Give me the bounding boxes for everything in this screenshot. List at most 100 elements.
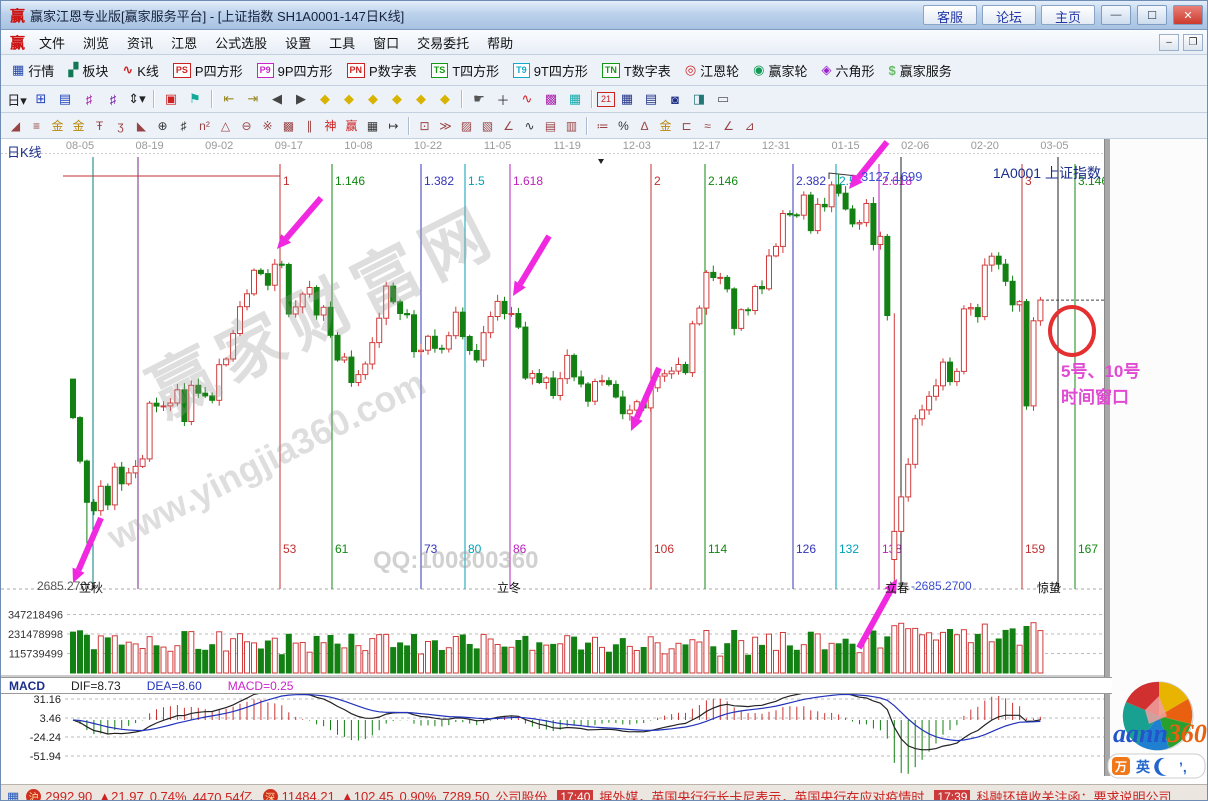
p-square-button[interactable]: PSP四方形	[166, 58, 250, 82]
input-method-bar[interactable]: 万 英 ’,	[1108, 754, 1205, 778]
wave-icon[interactable]: ∿	[519, 116, 540, 135]
gold-ratio-icon[interactable]: 金	[655, 116, 676, 135]
close-button[interactable]: ✕	[1173, 5, 1203, 25]
shrink-v-icon[interactable]: ◆	[433, 89, 457, 109]
expand-v-icon[interactable]: ◆	[409, 89, 433, 109]
trendline-tool-icon[interactable]: ∿	[515, 89, 539, 109]
gann-wheel-button[interactable]: ◎江恩轮	[678, 58, 746, 82]
info-list-icon[interactable]: ▤	[53, 89, 77, 109]
web-icon[interactable]: ▩	[278, 116, 299, 135]
kline-large-icon[interactable]: ♯	[101, 89, 125, 109]
t9-square-button[interactable]: T99T四方形	[506, 58, 595, 82]
arc-icon[interactable]: ⊿	[739, 116, 760, 135]
gold-box-icon[interactable]: 金	[47, 116, 68, 135]
crosshair-tool-icon[interactable]: ＋	[491, 89, 515, 109]
fan-circle-icon[interactable]: ⊖	[236, 116, 257, 135]
parallel-icon[interactable]: ∥	[299, 116, 320, 135]
percent-icon[interactable]: %	[613, 116, 634, 135]
menu-item-1[interactable]: 浏览	[74, 33, 118, 52]
hexagon-button[interactable]: ◈六角形	[815, 58, 882, 82]
kline-small-icon[interactable]: ♯	[77, 89, 101, 109]
status-grid-icon[interactable]: ▦	[7, 789, 19, 801]
star-icon[interactable]: ※	[257, 116, 278, 135]
p-number-button[interactable]: PNP数字表	[340, 58, 424, 82]
grid3-icon[interactable]: ▥	[561, 116, 582, 135]
calculator-icon[interactable]: ▦	[615, 89, 639, 109]
export-image-icon[interactable]: ◨	[687, 89, 711, 109]
menu-item-8[interactable]: 交易委托	[408, 33, 478, 52]
menu-item-4[interactable]: 公式选股	[206, 33, 276, 52]
ticker-text-4: 科融环境收关注函：要求说明公司	[976, 787, 1171, 801]
menu-item-7[interactable]: 窗口	[364, 33, 408, 52]
box-tool-icon[interactable]: ⊡	[414, 116, 435, 135]
gann-box-icon[interactable]: ▣	[159, 89, 183, 109]
gann-circle-icon[interactable]: ⊕	[152, 116, 173, 135]
first-bar-icon[interactable]: ⇤	[217, 89, 241, 109]
rays-icon[interactable]: ≫	[435, 116, 456, 135]
maximize-button[interactable]: ☐	[1137, 5, 1167, 25]
next-bar-icon[interactable]: ▶	[289, 89, 313, 109]
t-number-button[interactable]: TNT数字表	[595, 58, 678, 82]
gann-grid-icon[interactable]: ≡	[26, 116, 47, 135]
save-icon[interactable]: ◙	[663, 89, 687, 109]
child-restore-button[interactable]: ❐	[1183, 34, 1203, 51]
quote-button[interactable]: ▦行情	[5, 58, 61, 82]
brush-icon[interactable]: ◢	[5, 116, 26, 135]
square-nine-icon[interactable]: n²	[194, 116, 215, 135]
grid-tool-icon[interactable]: ▦	[362, 116, 383, 135]
list-ruler-icon[interactable]: ≔	[592, 116, 613, 135]
news-ticker[interactable]: 公司股份17:40据外媒，英国央行行长卡尼表示，英国央行在应对疫情时17:39科…	[495, 787, 1175, 801]
pattern-tool-icon[interactable]: ▩	[539, 89, 563, 109]
menu-item-2[interactable]: 资讯	[118, 33, 162, 52]
time-ruler-icon[interactable]: Ŧ	[89, 116, 110, 135]
extend-tool-icon[interactable]: ↦	[383, 116, 404, 135]
notes-icon[interactable]: ▤	[639, 89, 663, 109]
winner-wheel-button[interactable]: ◉赢家轮	[746, 58, 814, 82]
menu-item-0[interactable]: 文件	[30, 33, 74, 52]
p9-square-button[interactable]: P99P四方形	[250, 58, 340, 82]
t-square-button[interactable]: TST四方形	[424, 58, 506, 82]
triangle-icon[interactable]: △	[215, 116, 236, 135]
spiral-icon[interactable]: ʒ	[110, 116, 131, 135]
hatch-box-icon[interactable]: ▧	[477, 116, 498, 135]
hand-tool-icon[interactable]: ☛	[467, 89, 491, 109]
home-button[interactable]: 主页	[1041, 5, 1095, 25]
expand-h-icon[interactable]: ◆	[361, 89, 385, 109]
calendar-icon[interactable]: 21	[597, 92, 615, 107]
customer-service-button[interactable]: 客服	[923, 5, 977, 25]
cycle-selector[interactable]: ⇕▾	[125, 89, 149, 109]
prev-bar-icon[interactable]: ◀	[265, 89, 289, 109]
shrink-h-icon[interactable]: ◆	[385, 89, 409, 109]
ying-tool-icon[interactable]: 赢	[341, 116, 362, 135]
print-icon[interactable]: ▭	[711, 89, 735, 109]
menu-item-6[interactable]: 工具	[320, 33, 364, 52]
menu-item-5[interactable]: 设置	[276, 33, 320, 52]
period-day-selector[interactable]: 日▾	[5, 89, 29, 109]
child-minimize-button[interactable]: –	[1159, 34, 1179, 51]
grid2-icon[interactable]: ▤	[540, 116, 561, 135]
angle-icon[interactable]: ∠	[498, 116, 519, 135]
angle2-icon[interactable]: ∠	[718, 116, 739, 135]
approx-icon[interactable]: ≈	[697, 116, 718, 135]
percent-line-icon[interactable]: ∆	[634, 116, 655, 135]
blocks-button[interactable]: ▞板块	[61, 58, 115, 82]
forum-button[interactable]: 论坛	[982, 5, 1036, 25]
gold-box2-icon[interactable]: 金	[68, 116, 89, 135]
minimize-button[interactable]: —	[1101, 5, 1131, 25]
svg-text:231478998: 231478998	[8, 629, 63, 641]
kline-button[interactable]: ∿K线	[115, 58, 166, 82]
menu-item-9[interactable]: 帮助	[478, 33, 522, 52]
bracket-icon[interactable]: ⊏	[676, 116, 697, 135]
chart-grid-icon[interactable]: ⊞	[29, 89, 53, 109]
last-bar-icon[interactable]: ⇥	[241, 89, 265, 109]
angle-brush-icon[interactable]: ◣	[131, 116, 152, 135]
shen-tool-icon[interactable]: 神	[320, 116, 341, 135]
price-ruler-icon[interactable]: ♯	[173, 116, 194, 135]
shade-box-icon[interactable]: ▨	[456, 116, 477, 135]
wave-tool-icon[interactable]: ▦	[563, 89, 587, 109]
expand-right-icon[interactable]: ◆	[337, 89, 361, 109]
winner-service-button[interactable]: $赢家服务	[882, 58, 959, 82]
expand-left-icon[interactable]: ◆	[313, 89, 337, 109]
flag-icon[interactable]: ⚑	[183, 89, 207, 109]
menu-item-3[interactable]: 江恩	[162, 33, 206, 52]
